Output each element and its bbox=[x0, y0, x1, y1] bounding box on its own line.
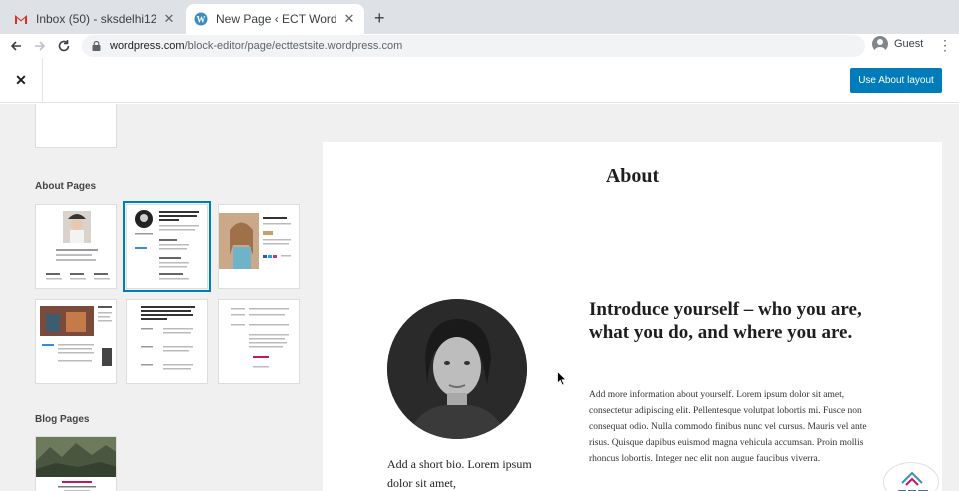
preview-bio: Add a short bio. Lorem ipsum dolor sit a… bbox=[387, 457, 532, 490]
close-layout-picker-button[interactable]: ✕ bbox=[0, 58, 43, 103]
portrait-image bbox=[387, 299, 527, 439]
about-layout-preview bbox=[219, 213, 291, 269]
gmail-icon bbox=[14, 12, 28, 26]
tab-gmail-inbox[interactable]: Inbox (50) - sksdelhi1208@gma ✕ bbox=[6, 4, 184, 34]
url-path: /block-editor/page/ecttestsite.wordpress… bbox=[184, 40, 403, 52]
about-layout-thumbnail-4[interactable] bbox=[35, 299, 117, 384]
blog-layout-preview bbox=[36, 437, 116, 491]
about-layout-thumbnail-6[interactable] bbox=[218, 299, 300, 384]
preview-heading: Introduce yourself – who you are, what y… bbox=[589, 299, 862, 343]
svg-text:W: W bbox=[197, 15, 206, 25]
blog-pages-title: Blog Pages bbox=[35, 414, 90, 425]
about-pages-title: About Pages bbox=[35, 181, 97, 192]
browser-tab-strip: Inbox (50) - sksdelhi1208@gma ✕ W New Pa… bbox=[0, 0, 959, 34]
about-layout-preview bbox=[46, 211, 110, 280]
about-layout-preview bbox=[40, 306, 112, 366]
about-layout-preview bbox=[231, 308, 289, 368]
about-layout-preview bbox=[141, 306, 195, 370]
mouse-cursor-icon bbox=[557, 370, 567, 391]
editor-header: ✕ Use About layout bbox=[0, 58, 959, 103]
about-layout-thumbnail-1[interactable] bbox=[35, 204, 117, 289]
forward-icon[interactable] bbox=[30, 36, 50, 56]
blog-layout-thumbnail-1[interactable] bbox=[35, 436, 117, 491]
about-layout-thumbnail-5[interactable] bbox=[126, 299, 208, 384]
tab-title: New Page ‹ ECT WordPress Dem bbox=[216, 12, 336, 26]
about-layout-preview bbox=[135, 210, 199, 280]
preview-page-title: About bbox=[605, 165, 660, 187]
tab-new-page[interactable]: W New Page ‹ ECT WordPress Dem ✕ bbox=[186, 4, 364, 34]
close-tab-icon[interactable]: ✕ bbox=[342, 11, 356, 27]
more-menu-icon[interactable]: ⋮ bbox=[938, 37, 952, 54]
layout-thumbnail[interactable] bbox=[35, 104, 117, 148]
layout-picker: About Pages Blog Pages About Add a short… bbox=[0, 104, 959, 491]
browser-toolbar: wordpress.com/block-editor/page/ecttests… bbox=[0, 34, 959, 58]
about-layout-thumbnail-2[interactable] bbox=[123, 201, 211, 292]
back-icon[interactable] bbox=[6, 36, 26, 56]
close-tab-icon[interactable]: ✕ bbox=[162, 11, 176, 27]
preview-paragraph: Add more information about yourself. Lor… bbox=[589, 390, 867, 464]
about-layout-thumbnail-3[interactable] bbox=[218, 204, 300, 289]
profile-button[interactable]: Guest bbox=[872, 36, 923, 52]
avatar-icon bbox=[872, 36, 888, 52]
new-tab-button[interactable]: + bbox=[374, 8, 385, 28]
lock-icon bbox=[92, 41, 102, 51]
reload-icon[interactable] bbox=[54, 36, 74, 56]
use-about-layout-button[interactable]: Use About layout bbox=[850, 68, 942, 93]
tab-title: Inbox (50) - sksdelhi1208@gma bbox=[36, 12, 156, 26]
address-bar[interactable]: wordpress.com/block-editor/page/ecttests… bbox=[82, 35, 865, 57]
url-host: wordpress.com bbox=[110, 40, 185, 52]
layout-preview: About Add a short bio. Lorem ipsum dolor… bbox=[323, 142, 942, 491]
profile-label: Guest bbox=[894, 38, 924, 50]
wordpress-icon: W bbox=[194, 12, 208, 26]
